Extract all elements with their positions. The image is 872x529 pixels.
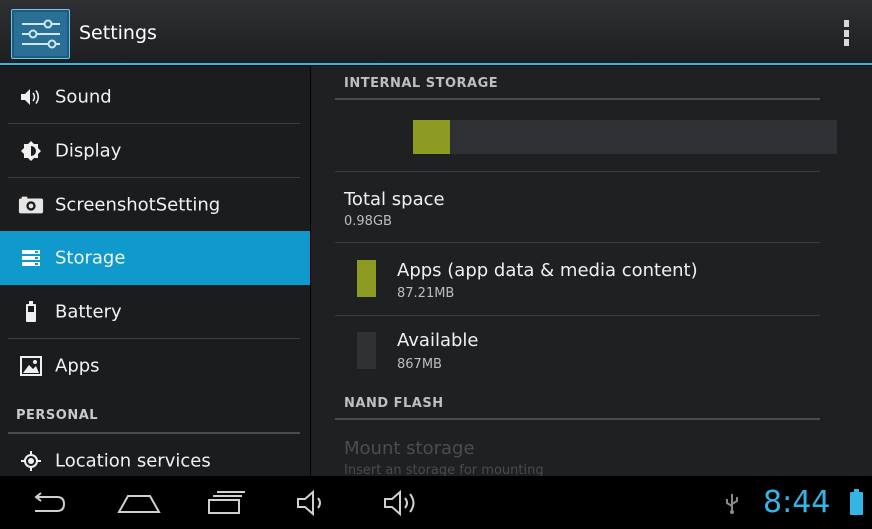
section-header-label: PERSONAL	[16, 408, 99, 423]
mount-storage-title: Mount storage	[344, 438, 475, 459]
overflow-dot	[843, 29, 849, 37]
total-space-value: 0.98GB	[344, 214, 392, 229]
location-icon	[18, 450, 44, 472]
overflow-dot	[843, 39, 849, 46]
status-clock: 8:44	[763, 485, 831, 520]
storage-usage-bar	[413, 120, 837, 154]
sidebar-item-label: Storage	[55, 247, 126, 269]
available-storage-title: Available	[397, 330, 479, 351]
apps-storage-title: Apps (app data & media content)	[397, 260, 698, 281]
divider	[335, 418, 820, 420]
screen: Settings Sound Display ScreenshotSetting…	[0, 0, 872, 529]
battery-status-icon	[850, 489, 863, 515]
overflow-menu-icon[interactable]	[836, 18, 856, 48]
sidebar-item-label: Display	[55, 140, 122, 162]
sidebar-item-storage[interactable]: Storage	[0, 231, 310, 285]
sidebar-item-label: Location services	[55, 450, 211, 472]
sidebar-item-battery[interactable]: Battery	[0, 285, 310, 339]
sidebar-item-screenshot-setting[interactable]: ScreenshotSetting	[0, 178, 310, 232]
storage-icon	[18, 247, 44, 269]
overflow-dot	[843, 20, 849, 27]
settings-sidebar: Sound Display ScreenshotSetting Storage …	[0, 66, 310, 476]
recent-apps-icon[interactable]	[204, 476, 248, 529]
sidebar-item-label: ScreenshotSetting	[55, 194, 221, 216]
available-storage-value: 867MB	[397, 357, 442, 372]
storage-details: INTERNAL STORAGE Total space 0.98GB Apps…	[311, 66, 872, 478]
section-header-internal-storage: INTERNAL STORAGE	[344, 76, 499, 91]
section-header-personal: PERSONAL	[0, 398, 310, 434]
action-bar-divider	[0, 63, 872, 65]
apps-icon	[18, 355, 44, 377]
sidebar-item-display[interactable]: Display	[0, 124, 310, 178]
sidebar-item-label: Sound	[55, 86, 112, 108]
sidebar-item-apps[interactable]: Apps	[0, 339, 310, 393]
settings-sliders-icon[interactable]	[11, 9, 70, 59]
apps-usage-fill	[413, 120, 450, 154]
speaker-icon	[18, 86, 44, 108]
apps-color-swatch	[357, 260, 376, 297]
sidebar-item-label: Battery	[55, 301, 122, 323]
divider	[335, 315, 820, 316]
total-space-title: Total space	[344, 189, 445, 210]
system-navigation-bar: 8:44	[0, 476, 872, 529]
back-icon[interactable]	[22, 476, 72, 529]
apps-storage-value: 87.21MB	[397, 286, 455, 301]
action-bar: Settings	[0, 0, 872, 65]
volume-down-icon[interactable]	[292, 476, 332, 529]
usb-icon	[722, 476, 742, 529]
divider	[335, 171, 820, 172]
page-title: Settings	[79, 22, 157, 44]
camera-icon	[18, 194, 44, 216]
section-header-nand-flash: NAND FLASH	[344, 396, 444, 411]
volume-up-icon[interactable]	[380, 476, 424, 529]
divider	[335, 242, 820, 243]
home-icon[interactable]	[113, 476, 165, 529]
sidebar-item-label: Apps	[55, 355, 100, 377]
brightness-icon	[18, 140, 44, 162]
battery-icon	[18, 301, 44, 323]
sidebar-item-sound[interactable]: Sound	[0, 70, 310, 124]
available-color-swatch	[357, 332, 376, 369]
divider	[335, 98, 820, 100]
